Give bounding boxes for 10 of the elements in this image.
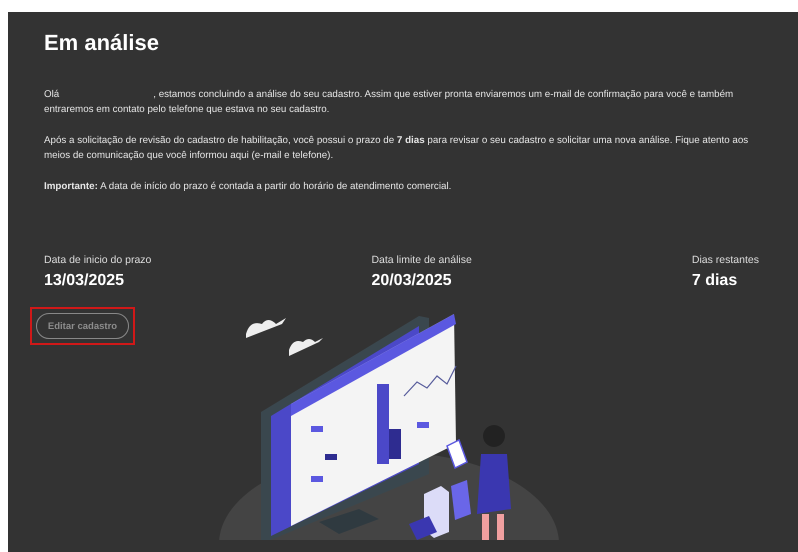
info-paragraph: Importante: A data de início do prazo é contada a partir do horário de atendimento comercial. <box>44 180 452 194</box>
info-paragraph: Após a solicitação de revisão do cadastro de habilitação, você possui o prazo de 7 dias para revisar o seu cadastro e solicitar uma nova análise. Fique atento aos meios de comunicação que você informou aqui (e-mail e telefone). <box>44 134 750 163</box>
stat-value: 20/03/2025 <box>371 272 453 290</box>
stat-value: 7 dias <box>692 272 738 290</box>
page-title: Em análise <box>44 29 160 57</box>
info-paragraph: Olá , estamos concluindo a análise do seu cadastro. Assim que estiver pronta enviaremos um e-mail de confirmação para você e também entraremos em contato pelo telefone que estava no seu cadastro. <box>44 88 734 117</box>
stat-label: Data de inicio do prazo <box>44 254 152 266</box>
stat-label: Data limite de análise <box>371 254 472 266</box>
stat-label: Dias restantes <box>692 254 759 266</box>
stat-value: 13/03/2025 <box>44 272 126 290</box>
